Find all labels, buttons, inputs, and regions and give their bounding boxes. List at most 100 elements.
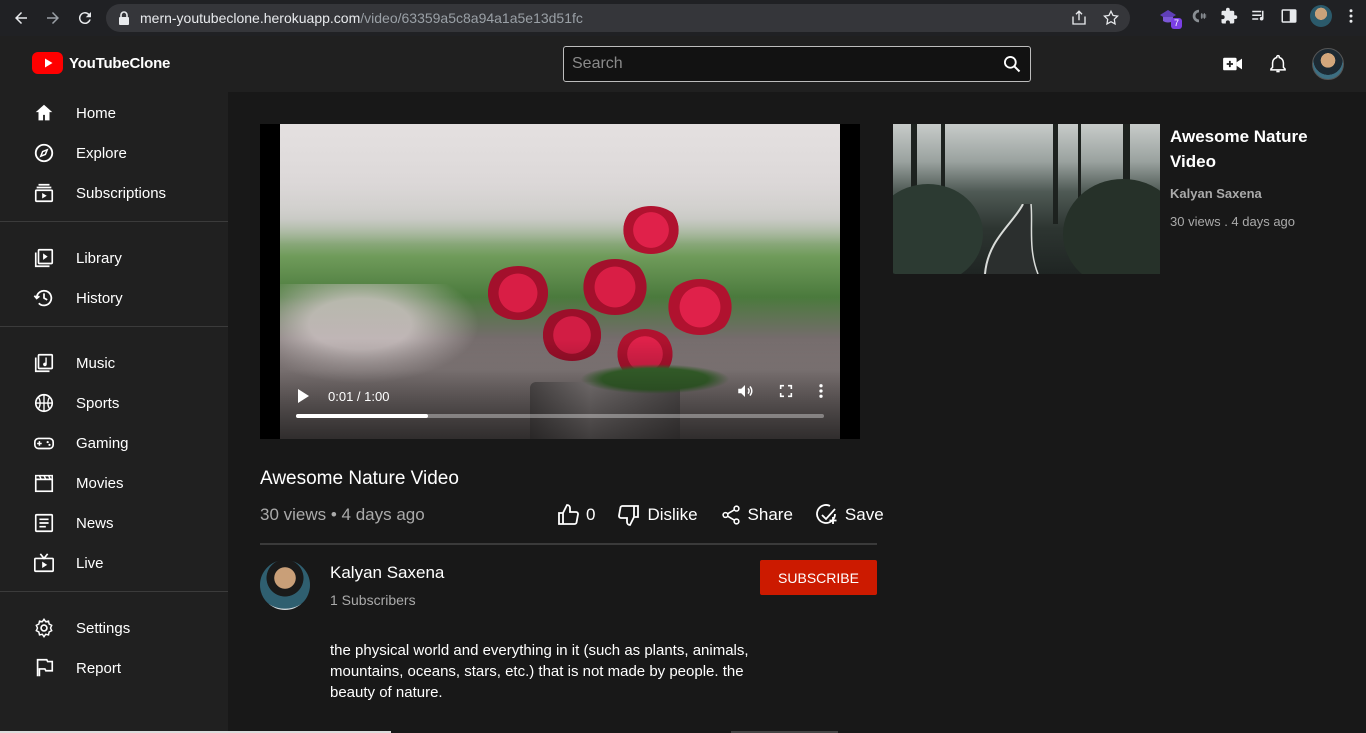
sidebar-item-library[interactable]: Library xyxy=(0,238,228,278)
progress-bar[interactable] xyxy=(296,414,824,418)
video-title: Awesome Nature Video xyxy=(260,468,459,489)
save-button[interactable]: Save xyxy=(815,503,884,527)
url-text: mern-youtubeclone.herokuapp.com/video/63… xyxy=(140,10,583,26)
sidebar-item-report[interactable]: Report xyxy=(0,648,228,688)
forward-button[interactable] xyxy=(38,3,68,33)
side-panel-icon[interactable] xyxy=(1280,7,1298,25)
fullscreen-icon[interactable] xyxy=(778,383,794,399)
sidebar-item-label: History xyxy=(76,289,123,307)
csharp-extension-icon[interactable] xyxy=(1190,7,1208,25)
video-actions: 0 Dislike Share Save xyxy=(556,503,884,527)
sidebar-item-label: News xyxy=(76,514,114,532)
create-video-icon[interactable] xyxy=(1222,55,1244,73)
back-button[interactable] xyxy=(6,3,36,33)
channel-name[interactable]: Kalyan Saxena xyxy=(330,563,444,583)
sidebar-item-gaming[interactable]: Gaming xyxy=(0,423,228,463)
thumbs-up-icon xyxy=(558,504,579,525)
address-bar[interactable]: mern-youtubeclone.herokuapp.com/video/63… xyxy=(106,4,1130,32)
sidebar: Home Explore Subscriptions Library Histo… xyxy=(0,92,228,733)
sidebar-item-label: Music xyxy=(76,354,116,372)
thumbs-down-icon xyxy=(618,505,640,526)
app-header: YouTubeClone xyxy=(0,36,1366,92)
channel-avatar[interactable] xyxy=(260,560,310,610)
search-icon xyxy=(1004,56,1021,73)
brand-name: YouTubeClone xyxy=(69,54,171,72)
home-icon xyxy=(32,101,56,125)
sidebar-item-label: Sports xyxy=(76,394,120,412)
reload-icon xyxy=(78,12,91,25)
sidebar-divider xyxy=(0,591,228,592)
sidebar-item-history[interactable]: History xyxy=(0,278,228,318)
arrow-left-icon xyxy=(15,12,27,24)
recommended-thumbnail[interactable] xyxy=(893,124,1160,274)
sidebar-item-live[interactable]: Live xyxy=(0,543,228,583)
youtube-logo-icon xyxy=(32,52,63,74)
sidebar-item-label: Subscriptions xyxy=(76,184,167,202)
arrow-right-icon xyxy=(47,12,59,24)
save-label: Save xyxy=(844,505,884,524)
sidebar-item-label: Live xyxy=(76,554,104,572)
sidebar-item-subscriptions[interactable]: Subscriptions xyxy=(0,173,228,213)
video-meta: 30 views • 4 days ago xyxy=(260,505,425,524)
share-page-icon[interactable] xyxy=(1070,9,1088,27)
media-playlist-icon[interactable] xyxy=(1250,7,1268,25)
dislike-button[interactable]: Dislike xyxy=(617,503,698,527)
like-count: 0 xyxy=(586,505,596,524)
play-icon[interactable] xyxy=(296,388,310,404)
puzzle-extensions-icon[interactable] xyxy=(1220,7,1238,25)
recommended-meta: 30 views . 4 days ago xyxy=(1170,214,1296,229)
sidebar-item-news[interactable]: News xyxy=(0,503,228,543)
browser-chrome: mern-youtubeclone.herokuapp.com/video/63… xyxy=(0,0,1366,36)
sidebar-item-label: Report xyxy=(76,659,122,677)
bell-icon[interactable] xyxy=(1268,53,1288,75)
library-icon xyxy=(32,246,56,270)
search-button[interactable] xyxy=(994,47,1030,81)
sidebar-item-music[interactable]: Music xyxy=(0,343,228,383)
logo[interactable]: YouTubeClone xyxy=(32,52,170,74)
movies-icon xyxy=(32,471,56,495)
add-task-icon xyxy=(816,504,837,524)
profile-avatar[interactable] xyxy=(1310,5,1332,27)
player-controls: 0:01 / 1:00 xyxy=(280,376,840,416)
sidebar-item-label: Library xyxy=(76,249,122,267)
sidebar-item-label: Explore xyxy=(76,144,127,162)
sidebar-item-sports[interactable]: Sports xyxy=(0,383,228,423)
bookmark-star-icon[interactable] xyxy=(1102,9,1120,27)
divider xyxy=(260,543,877,545)
search-input[interactable] xyxy=(564,55,994,73)
live-icon xyxy=(32,551,56,575)
recommended-channel: Kalyan Saxena xyxy=(1170,186,1262,201)
sidebar-item-label: Settings xyxy=(76,619,131,637)
recommended-title[interactable]: Awesome Nature Video xyxy=(1170,124,1340,174)
sports-icon xyxy=(32,391,56,415)
like-button[interactable]: 0 xyxy=(556,503,595,527)
sidebar-item-label: Movies xyxy=(76,474,124,492)
extension-badge-button[interactable]: 7 xyxy=(1158,7,1182,29)
more-options-icon[interactable] xyxy=(818,382,824,400)
progress-fill xyxy=(296,414,428,418)
share-button[interactable]: Share xyxy=(720,504,793,526)
kebab-menu-icon[interactable] xyxy=(1344,7,1358,25)
settings-icon xyxy=(32,616,56,640)
recommended-video-card[interactable]: Awesome Nature Video Kalyan Saxena 30 vi… xyxy=(893,124,1343,274)
subscribe-button[interactable]: SUBSCRIBE xyxy=(760,560,877,595)
news-icon xyxy=(32,511,56,535)
music-icon xyxy=(32,351,56,375)
sidebar-item-explore[interactable]: Explore xyxy=(0,133,228,173)
sidebar-item-label: Gaming xyxy=(76,434,129,452)
sidebar-item-home[interactable]: Home xyxy=(0,93,228,133)
sidebar-item-movies[interactable]: Movies xyxy=(0,463,228,503)
video-player[interactable]: 0:01 / 1:00 xyxy=(260,124,860,439)
subscriptions-icon xyxy=(32,181,56,205)
url-host: mern-youtubeclone.herokuapp.com xyxy=(140,10,361,26)
sidebar-item-settings[interactable]: Settings xyxy=(0,608,228,648)
extension-count: 7 xyxy=(1170,18,1182,29)
player-time: 0:01 / 1:00 xyxy=(328,388,390,404)
volume-icon[interactable] xyxy=(736,382,754,400)
history-icon xyxy=(32,286,56,310)
reload-button[interactable] xyxy=(70,3,100,33)
user-avatar[interactable] xyxy=(1312,48,1344,80)
flag-icon xyxy=(32,656,56,680)
sidebar-divider xyxy=(0,221,228,222)
sidebar-divider xyxy=(0,326,228,327)
